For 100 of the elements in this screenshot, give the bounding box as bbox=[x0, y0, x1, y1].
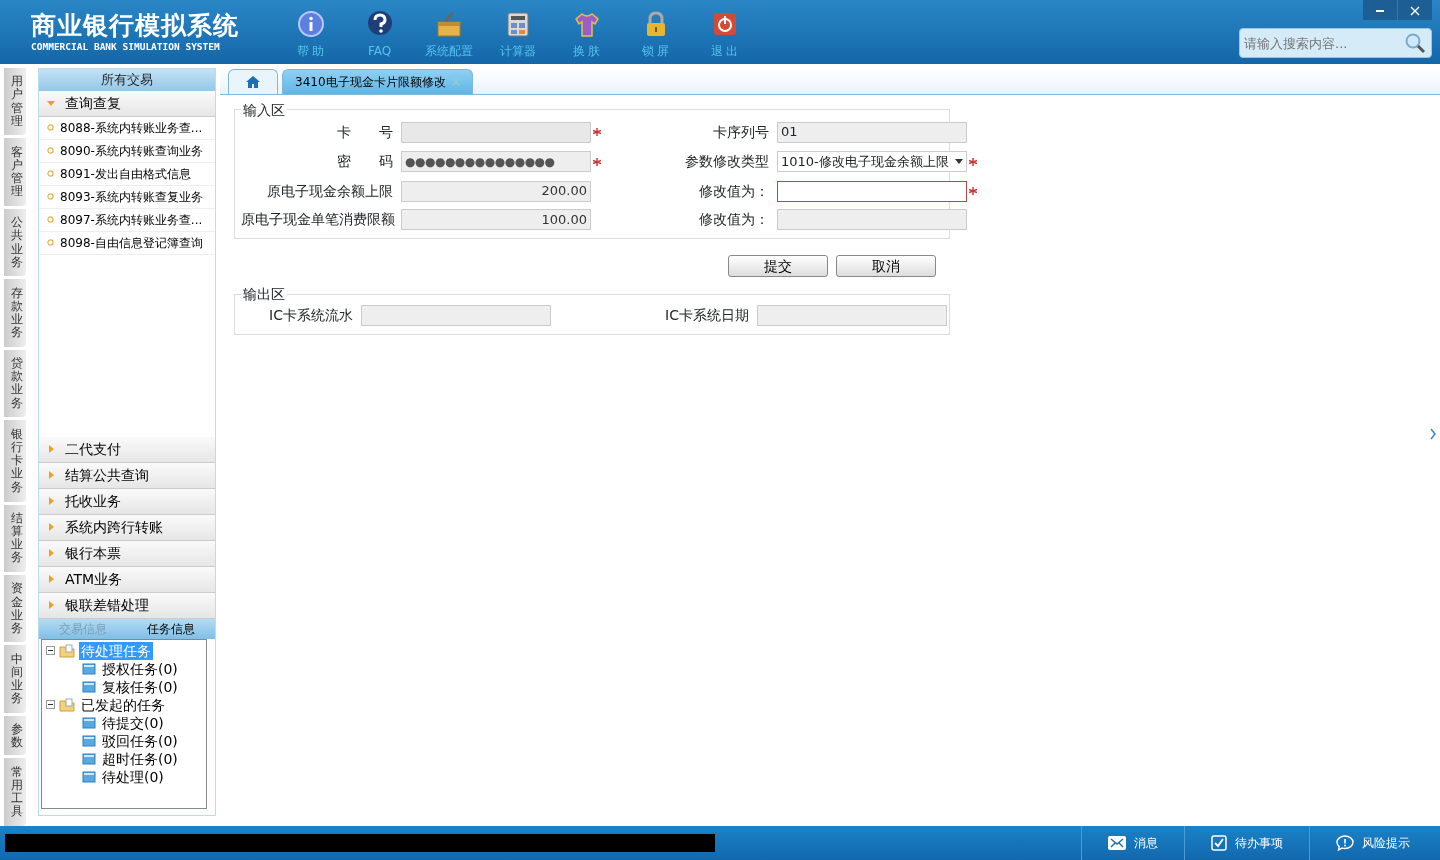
menu-item[interactable]: 8090-系统内转账查询业务 bbox=[39, 139, 215, 163]
bullet-icon bbox=[47, 170, 54, 178]
tree-node[interactable]: 授权任务(0) bbox=[100, 659, 180, 678]
caret-right-icon bbox=[47, 497, 55, 506]
side-tab[interactable]: 资金业务 bbox=[4, 575, 26, 643]
dropdown-caret-icon bbox=[955, 159, 963, 165]
bullet-icon bbox=[47, 147, 54, 155]
menu-item[interactable]: 8097-系统内转账业务查... bbox=[39, 208, 215, 232]
menu-title: 所有交易 bbox=[39, 68, 215, 91]
input-field[interactable]: 200.00 bbox=[401, 180, 591, 202]
folder-icon bbox=[82, 770, 96, 783]
field-label: 密 码 bbox=[336, 152, 394, 172]
home-tab[interactable] bbox=[228, 68, 278, 94]
field-label: 修改值为： bbox=[698, 210, 770, 230]
field-label: 原电子现金单笔消费限额 bbox=[241, 210, 396, 230]
menu-group[interactable]: 银行本票 bbox=[39, 540, 215, 567]
caret-down-icon bbox=[47, 99, 55, 108]
caret-right-icon bbox=[47, 523, 55, 532]
blurred-field[interactable] bbox=[401, 121, 591, 143]
menu-group[interactable]: 查询查复 bbox=[39, 90, 215, 117]
input-field[interactable] bbox=[777, 180, 967, 202]
info-icon bbox=[296, 10, 325, 38]
tree-node[interactable]: 超时任务(0) bbox=[100, 749, 180, 768]
input-field[interactable]: 01 bbox=[777, 121, 967, 143]
bullet-icon bbox=[47, 124, 54, 132]
section-title: 输出区 bbox=[242, 287, 286, 302]
caret-right-icon bbox=[47, 549, 55, 558]
caret-right-icon bbox=[47, 601, 55, 610]
menu-group[interactable]: 银联差错处理 bbox=[39, 592, 215, 619]
checkbox-icon bbox=[1211, 835, 1227, 851]
status-button[interactable]: 待办事项 bbox=[1184, 826, 1309, 860]
status-button[interactable]: 风险提示 bbox=[1309, 826, 1436, 860]
menu-group[interactable]: 系统内跨行转账 bbox=[39, 514, 215, 541]
tree-node[interactable]: 待提交(0) bbox=[100, 713, 166, 732]
help-icon bbox=[365, 10, 394, 38]
folder-icon bbox=[82, 662, 96, 675]
collapse-icon[interactable] bbox=[46, 700, 55, 710]
input-field[interactable]: 100.00 bbox=[401, 209, 591, 231]
folder-icon bbox=[82, 680, 96, 693]
menu-item[interactable]: 8088-系统内转账业务查... bbox=[39, 116, 215, 140]
search-field[interactable]: 请输入搜索内容... bbox=[1239, 28, 1432, 58]
app-subtitle: COMMERCIAL BANK SIMULATION SYSTEM bbox=[31, 39, 221, 54]
caret-right-icon bbox=[47, 575, 55, 584]
side-tab[interactable]: 客户管理 bbox=[4, 138, 26, 206]
toolbox-icon bbox=[434, 10, 463, 38]
speech-bubble-icon bbox=[1336, 835, 1354, 851]
collapse-icon[interactable] bbox=[46, 646, 55, 656]
menu-item[interactable]: 8093-系统内转账查复业务 bbox=[39, 185, 215, 209]
menu-group[interactable]: 二代支付 bbox=[39, 436, 215, 463]
side-tab[interactable]: 中间业务 bbox=[4, 645, 26, 713]
side-tab[interactable]: 存款业务 bbox=[4, 279, 26, 347]
shirt-icon bbox=[572, 10, 601, 38]
search-icon bbox=[1404, 32, 1426, 54]
password-field[interactable]: ●●●●●●●●●●●●●●● bbox=[401, 151, 591, 173]
side-tab[interactable]: 银行卡业务 bbox=[4, 420, 26, 502]
side-tab[interactable]: 常用工具 bbox=[4, 758, 26, 826]
side-tab[interactable]: 参数 bbox=[4, 715, 26, 756]
bullet-icon bbox=[47, 193, 54, 201]
side-tab[interactable]: 公共业务 bbox=[4, 208, 26, 277]
tree-node[interactable]: 已发起的任务 bbox=[79, 695, 167, 714]
folder-icon bbox=[59, 643, 75, 658]
collapse-handle-icon[interactable] bbox=[1430, 427, 1436, 440]
form-button[interactable]: 提交 bbox=[728, 255, 828, 278]
field-label: 原电子现金余额上限 bbox=[266, 181, 394, 201]
side-tab[interactable]: 用户管理 bbox=[4, 67, 26, 136]
close-button[interactable] bbox=[1398, 0, 1432, 20]
minimize-icon bbox=[1376, 9, 1384, 12]
tree-node[interactable]: 复核任务(0) bbox=[100, 677, 180, 696]
field-label: IC卡系统流水 bbox=[268, 306, 354, 326]
folder-icon bbox=[82, 716, 96, 729]
field-label: 修改值为： bbox=[698, 181, 770, 201]
app-title: 商业银行模拟系统 bbox=[31, 12, 240, 40]
bullet-icon bbox=[47, 239, 54, 247]
field-label: IC卡系统日期 bbox=[664, 306, 750, 326]
field-label: 卡 号 bbox=[336, 122, 394, 142]
folder-icon bbox=[59, 697, 75, 712]
field-label: 卡序列号 bbox=[712, 122, 770, 142]
section-title: 输入区 bbox=[242, 102, 286, 117]
tree-node[interactable]: 驳回任务(0) bbox=[100, 731, 180, 750]
side-tab[interactable]: 贷款业务 bbox=[4, 349, 26, 418]
side-tab[interactable]: 结算业务 bbox=[4, 504, 26, 572]
tree-node[interactable]: 待处理(0) bbox=[100, 767, 166, 786]
caret-right-icon bbox=[47, 471, 55, 480]
minimize-button[interactable] bbox=[1363, 0, 1397, 20]
status-button[interactable]: 消息 bbox=[1081, 826, 1184, 860]
menu-group[interactable]: 结算公共查询 bbox=[39, 462, 215, 489]
caret-right-icon bbox=[47, 445, 55, 454]
menu-group[interactable]: 托收业务 bbox=[39, 488, 215, 515]
form-button[interactable]: 取消 bbox=[836, 255, 936, 278]
folder-icon bbox=[82, 752, 96, 765]
menu-item[interactable]: 8098-自由信息登记簿查询 bbox=[39, 231, 215, 255]
menu-item[interactable]: 8091-发出自由格式信息 bbox=[39, 162, 215, 186]
menu-group[interactable]: ATM业务 bbox=[39, 566, 215, 593]
close-icon bbox=[1410, 5, 1420, 16]
home-icon bbox=[245, 74, 261, 89]
page-tab[interactable]: 3410电子现金卡片限额修改 bbox=[282, 68, 473, 94]
envelope-icon bbox=[1108, 836, 1126, 850]
select-field[interactable]: 1010-修改电子现金余额上限 bbox=[777, 151, 967, 173]
field-label: 参数修改类型 bbox=[684, 152, 770, 172]
panel-tab[interactable]: 任务信息 bbox=[127, 618, 215, 639]
